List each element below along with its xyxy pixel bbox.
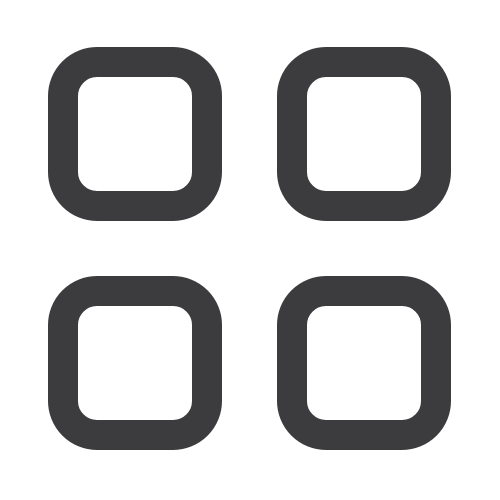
grid-tile-bottom-left (48, 276, 222, 450)
grid-view-icon[interactable] (0, 0, 500, 500)
grid-tile-top-left (48, 47, 222, 221)
icon-canvas (0, 0, 500, 500)
grid-tile-bottom-right (277, 276, 451, 450)
grid-view-icon-svg (48, 47, 451, 450)
grid-tile-top-right (277, 47, 451, 221)
